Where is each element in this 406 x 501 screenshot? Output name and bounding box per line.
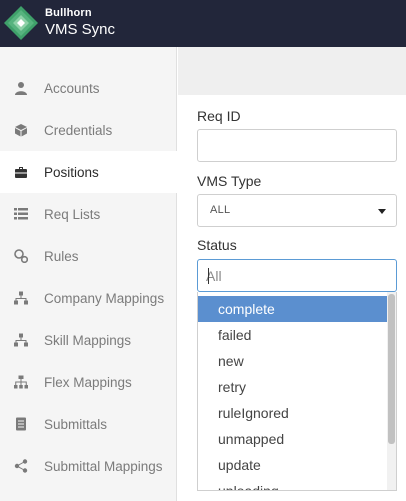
status-option-new[interactable]: new: [198, 348, 389, 374]
share-icon: [14, 459, 28, 473]
sitemap-icon: [14, 333, 28, 347]
sidebar-item-submittals[interactable]: Submittals: [0, 403, 177, 445]
sidebar-item-company-mappings[interactable]: Company Mappings: [0, 277, 177, 319]
sidebar-item-label: Rules: [44, 248, 79, 264]
sitemap-icon: [14, 291, 28, 305]
sidebar-item-positions[interactable]: Positions: [0, 151, 177, 193]
sidebar-item-label: Submittal Mappings: [44, 458, 163, 474]
sidebar-item-label: Company Mappings: [44, 290, 165, 306]
status-dropdown-list: complete failed new retry ruleIgnored un…: [197, 292, 397, 491]
sidebar-item-credentials[interactable]: Credentials: [0, 109, 177, 151]
status-option-failed[interactable]: failed: [198, 322, 389, 348]
status-option-retry[interactable]: retry: [198, 374, 389, 400]
sidebar-item-submittal-mappings[interactable]: Submittal Mappings: [0, 445, 177, 487]
content-toolbar: [178, 47, 406, 95]
text-cursor: [208, 268, 209, 284]
sidebar-item-rules[interactable]: Rules: [0, 235, 177, 277]
req-id-label: Req ID: [197, 108, 241, 124]
sidebar-item-req-lists[interactable]: Req Lists: [0, 193, 177, 235]
vms-type-selected-value: ALL: [210, 204, 231, 216]
status-option-ruleignored[interactable]: ruleIgnored: [198, 400, 389, 426]
user-icon: [14, 81, 28, 95]
status-option-unmapped[interactable]: unmapped: [198, 426, 389, 452]
status-combobox[interactable]: [197, 259, 397, 292]
sidebar-item-label: Submittals: [44, 416, 108, 432]
sidebar-item-skill-mappings[interactable]: Skill Mappings: [0, 319, 177, 361]
hierarchy-icon: [14, 375, 28, 389]
vms-type-select[interactable]: ALL: [197, 194, 397, 227]
app-header: Bullhorn VMS Sync: [0, 0, 406, 47]
dropdown-scrollbar[interactable]: [387, 292, 396, 490]
sidebar: Accounts Credentials Positions Req Lists…: [0, 47, 177, 501]
sidebar-item-label: Flex Mappings: [44, 374, 132, 390]
sidebar-item-flex-mappings[interactable]: Flex Mappings: [0, 361, 177, 403]
sidebar-item-label: Credentials: [44, 122, 113, 138]
sidebar-item-label: Req Lists: [44, 206, 101, 222]
list-icon: [14, 207, 28, 221]
vms-type-label: VMS Type: [197, 173, 262, 189]
rules-icon: [14, 249, 28, 263]
status-option-update[interactable]: update: [198, 452, 389, 478]
sidebar-item-accounts[interactable]: Accounts: [0, 67, 177, 109]
briefcase-icon: [14, 165, 28, 179]
req-id-input[interactable]: [197, 129, 397, 162]
brand-company: Bullhorn: [45, 7, 92, 19]
status-option-complete[interactable]: complete: [198, 296, 389, 322]
bullhorn-logo-icon: [4, 6, 38, 40]
sidebar-item-label: Positions: [44, 164, 99, 180]
document-icon: [14, 417, 28, 431]
status-label: Status: [197, 237, 237, 253]
scrollbar-thumb[interactable]: [388, 294, 395, 444]
chevron-down-icon: [378, 209, 386, 214]
brand-product: VMS Sync: [45, 21, 116, 38]
status-input[interactable]: [206, 267, 386, 285]
status-option-uploading[interactable]: uploading: [198, 478, 389, 490]
sidebar-item-label: Skill Mappings: [44, 332, 132, 348]
cube-icon: [14, 123, 28, 137]
sidebar-item-label: Accounts: [44, 80, 100, 96]
